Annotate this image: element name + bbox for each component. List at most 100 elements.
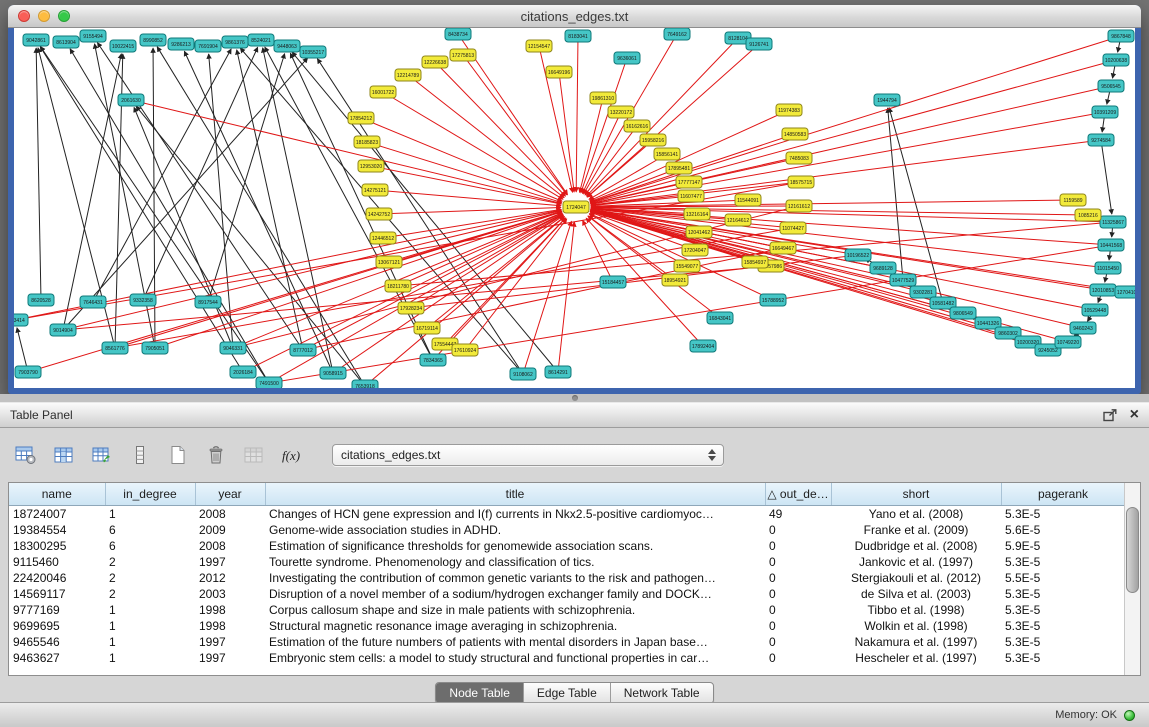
graph-node[interactable]: 17928234 [398, 302, 424, 314]
float-panel-icon[interactable] [1103, 409, 1118, 422]
scrollbar-thumb[interactable] [1126, 507, 1139, 593]
graph-node[interactable]: 9861376 [222, 36, 248, 48]
cell-short[interactable]: Yano et al. (2008) [831, 506, 1001, 523]
zoom-window-button[interactable] [58, 10, 70, 22]
cell-in_degree[interactable]: 6 [105, 522, 195, 538]
network-table-select[interactable]: citations_edges.txt [332, 444, 724, 466]
graph-node[interactable]: 1944794 [874, 94, 900, 106]
graph-node[interactable]: 11974383 [776, 104, 802, 116]
graph-node[interactable]: 16649467 [770, 242, 796, 254]
graph-node[interactable]: 8777012 [290, 344, 316, 356]
tab-node-table[interactable]: Node Table [436, 683, 524, 703]
cell-name[interactable]: 19384554 [9, 522, 105, 538]
graph-node[interactable]: 9506545 [1098, 80, 1124, 92]
cell-short[interactable]: Stergiakouli et al. (2012) [831, 570, 1001, 586]
graph-node[interactable]: 1724047 [563, 201, 589, 213]
graph-node[interactable]: 9126741 [746, 38, 772, 50]
graph-node[interactable]: 16719114 [414, 322, 440, 334]
graph-node[interactable]: 12953020 [358, 160, 384, 172]
graph-node[interactable]: 10391209 [1092, 106, 1118, 118]
table-disabled-icon[interactable] [240, 442, 268, 468]
cell-name[interactable]: 14569117 [9, 586, 105, 602]
cell-title[interactable]: Genome-wide association studies in ADHD. [265, 522, 765, 538]
graph-node[interactable]: 7903414 [14, 314, 28, 326]
cell-short[interactable]: Franke et al. (2009) [831, 522, 1001, 538]
graph-node[interactable]: 1085216 [1075, 209, 1101, 221]
cell-out_degree[interactable]: 0 [765, 618, 831, 634]
cell-pagerank[interactable]: 5.3E-5 [1001, 634, 1125, 650]
cell-title[interactable]: Embryonic stem cells: a model to study s… [265, 650, 765, 666]
table-row[interactable]: 946362711997Embryonic stem cells: a mode… [9, 650, 1125, 666]
table-scrollbar[interactable] [1124, 483, 1140, 675]
graph-node[interactable]: 16001722 [370, 86, 396, 98]
column-header-title[interactable]: title [265, 483, 765, 506]
column-header-year[interactable]: year [195, 483, 265, 506]
table-settings-icon[interactable] [12, 442, 40, 468]
graph-node[interactable]: 12010853 [1090, 284, 1116, 296]
cell-title[interactable]: Corpus callosum shape and size in male p… [265, 602, 765, 618]
close-panel-icon[interactable]: × [1130, 408, 1139, 422]
close-window-button[interactable] [18, 10, 30, 22]
cell-pagerank[interactable]: 5.3E-5 [1001, 602, 1125, 618]
table-row[interactable]: 1830029562008Estimation of significance … [9, 538, 1125, 554]
graph-node[interactable]: 13216164 [684, 208, 710, 220]
cell-in_degree[interactable]: 6 [105, 538, 195, 554]
graph-node[interactable]: 9108062 [510, 368, 536, 380]
graph-node[interactable]: 8917544 [195, 296, 221, 308]
cell-year[interactable]: 1997 [195, 634, 265, 650]
graph-node[interactable]: 12154547 [526, 40, 552, 52]
graph-node[interactable]: 10022415 [110, 40, 136, 52]
graph-node[interactable]: 11544091 [735, 194, 761, 206]
cell-out_degree[interactable]: 0 [765, 538, 831, 554]
graph-node[interactable]: 17892404 [690, 340, 716, 352]
cell-year[interactable]: 2008 [195, 506, 265, 523]
graph-node[interactable]: 18954921 [662, 274, 688, 286]
graph-node[interactable]: 9448063 [274, 40, 300, 52]
graph-node[interactable]: 17895481 [666, 162, 692, 174]
graph-node[interactable]: 12214789 [395, 69, 421, 81]
cell-in_degree[interactable]: 2 [105, 554, 195, 570]
graph-node[interactable]: 17854212 [348, 112, 374, 124]
cell-year[interactable]: 2003 [195, 586, 265, 602]
tab-edge-table[interactable]: Edge Table [524, 683, 611, 703]
cell-name[interactable]: 18300295 [9, 538, 105, 554]
cell-out_degree[interactable]: 0 [765, 634, 831, 650]
cell-name[interactable]: 9463627 [9, 650, 105, 666]
cell-pagerank[interactable]: 5.6E-5 [1001, 522, 1125, 538]
window-titlebar[interactable]: citations_edges.txt [8, 5, 1141, 28]
graph-node[interactable]: 9332358 [130, 294, 156, 306]
graph-node[interactable]: 19861310 [590, 92, 616, 104]
graph-node[interactable]: 10749220 [1055, 336, 1081, 348]
graph-node[interactable]: 7649162 [664, 28, 690, 40]
cell-in_degree[interactable]: 1 [105, 618, 195, 634]
graph-node[interactable]: 9460243 [1070, 322, 1096, 334]
table-row[interactable]: 1872400712008Changes of HCN gene express… [9, 506, 1125, 523]
cell-year[interactable]: 1997 [195, 650, 265, 666]
graph-node[interactable]: 18185823 [354, 136, 380, 148]
cell-pagerank[interactable]: 5.3E-5 [1001, 554, 1125, 570]
graph-node[interactable]: 8183041 [565, 30, 591, 42]
graph-node[interactable]: 2026184 [230, 366, 256, 378]
column-header-out_degree[interactable]: △ out_de… [765, 483, 831, 506]
graph-node[interactable]: 16649196 [546, 66, 572, 78]
graph-node[interactable]: 10200638 [1103, 54, 1129, 66]
cell-title[interactable]: Estimation of the future numbers of pati… [265, 634, 765, 650]
graph-node[interactable]: 11074427 [780, 222, 806, 234]
graph-node[interactable]: 15958216 [640, 134, 666, 146]
graph-node[interactable]: 16162616 [624, 120, 650, 132]
cell-year[interactable]: 1998 [195, 602, 265, 618]
graph-node[interactable]: 7646431 [80, 296, 106, 308]
cell-pagerank[interactable]: 5.3E-5 [1001, 618, 1125, 634]
graph-node[interactable]: 11325867 [1100, 216, 1126, 228]
tab-network-table[interactable]: Network Table [611, 683, 713, 703]
column-header-pagerank[interactable]: pagerank [1001, 483, 1125, 506]
graph-node[interactable]: 14850583 [782, 128, 808, 140]
graph-node[interactable]: 9867848 [1108, 30, 1134, 42]
cell-out_degree[interactable]: 0 [765, 586, 831, 602]
graph-node[interactable]: 12161612 [786, 200, 812, 212]
graph-node[interactable]: 8990852 [140, 34, 166, 46]
graph-node[interactable]: 10355217 [300, 46, 326, 58]
cell-pagerank[interactable]: 5.3E-5 [1001, 650, 1125, 666]
table-import-icon[interactable] [88, 442, 116, 468]
cell-name[interactable]: 9699695 [9, 618, 105, 634]
